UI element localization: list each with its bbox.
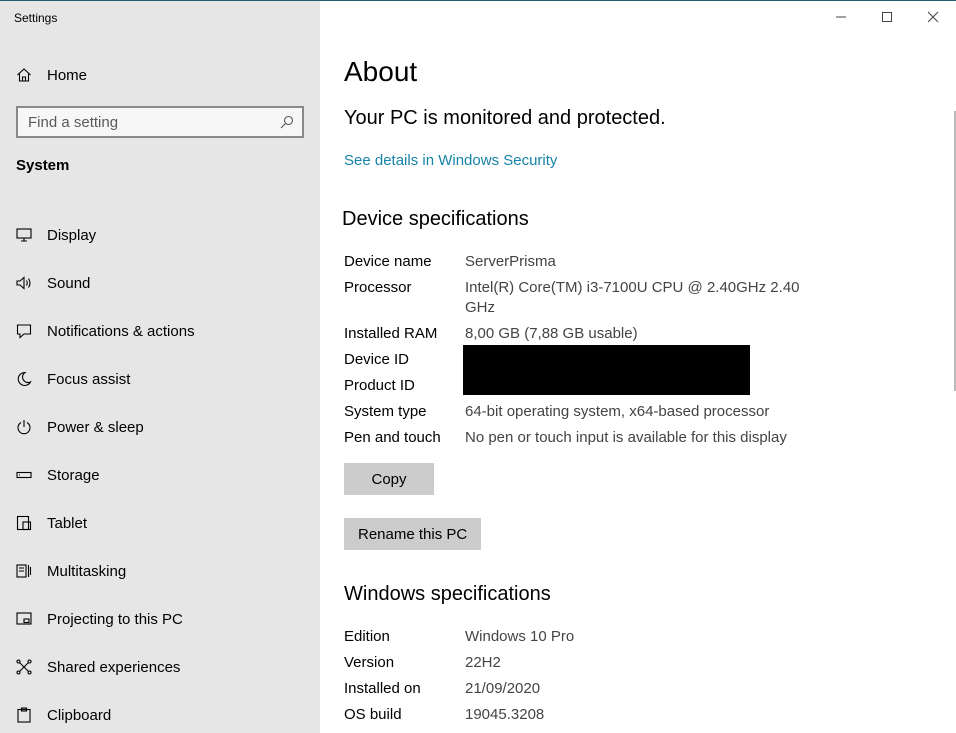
home-nav-item[interactable]: Home (0, 60, 320, 90)
sidebar-item-label: Power & sleep (47, 418, 144, 436)
sidebar-item-label: Notifications & actions (47, 322, 195, 340)
storage-icon (0, 467, 47, 483)
tablet-icon (0, 515, 47, 531)
close-icon (927, 11, 939, 23)
rename-pc-button[interactable]: Rename this PC (344, 518, 482, 550)
sidebar-item-power-sleep[interactable]: Power & sleep (0, 403, 320, 451)
moon-icon (0, 371, 47, 387)
spec-key: Processor (344, 279, 412, 296)
spec-row: Version 22H2 (344, 653, 814, 673)
spec-value: 19045.3208 (465, 706, 545, 723)
clipboard-icon (0, 707, 47, 723)
sidebar-item-tablet[interactable]: Tablet (0, 499, 320, 547)
section-title: System (16, 157, 70, 174)
spec-value: 21/09/2020 (465, 680, 541, 697)
sidebar-item-label: Storage (47, 466, 100, 484)
windows-specs-heading: Windows specifications (344, 583, 551, 605)
spec-row: Device name ServerPrisma (344, 252, 814, 272)
sidebar-item-display[interactable]: Display (0, 211, 320, 259)
projecting-icon (0, 611, 47, 627)
spec-key: Installed on (344, 680, 421, 697)
sidebar-item-label: Clipboard (47, 706, 112, 724)
sidebar-item-label: Tablet (47, 514, 88, 532)
sidebar-item-multitasking[interactable]: Multitasking (0, 547, 320, 595)
close-button[interactable] (910, 1, 956, 33)
sidebar-item-sound[interactable]: Sound (0, 259, 320, 307)
maximize-button[interactable] (864, 1, 910, 33)
spec-key: Device ID (344, 351, 410, 368)
sidebar-item-projecting[interactable]: Projecting to this PC (0, 595, 320, 643)
spec-key: Device name (344, 253, 432, 270)
search-icon[interactable] (280, 115, 294, 129)
search-box[interactable] (16, 106, 304, 138)
spec-row: Installed RAM 8,00 GB (7,88 GB usable) (344, 324, 814, 344)
home-label: Home (47, 66, 88, 84)
sidebar-item-clipboard[interactable]: Clipboard (0, 691, 320, 733)
notifications-icon (0, 323, 47, 339)
spec-row: Installed on 21/09/2020 (344, 679, 814, 699)
windows-security-link[interactable]: See details in Windows Security (344, 152, 557, 169)
copy-button[interactable]: Copy (344, 463, 434, 495)
sidebar-item-focus-assist[interactable]: Focus assist (0, 355, 320, 403)
maximize-icon (882, 12, 892, 22)
app-title: Settings (14, 11, 58, 25)
spec-row: Processor Intel(R) Core(TM) i3-7100U CPU… (344, 278, 814, 318)
sidebar-item-notifications[interactable]: Notifications & actions (0, 307, 320, 355)
spec-key: Version (344, 654, 395, 671)
sidebar-item-label: Shared experiences (47, 658, 181, 676)
spec-row: Edition Windows 10 Pro (344, 627, 814, 647)
minimize-icon (836, 16, 846, 18)
sidebar-item-label: Sound (47, 274, 91, 292)
minimize-button[interactable] (818, 1, 864, 33)
spec-value: Windows 10 Pro (465, 628, 575, 645)
sidebar-item-shared-experiences[interactable]: Shared experiences (0, 643, 320, 691)
home-icon (0, 67, 47, 83)
spec-value: 64-bit operating system, x64-based proce… (465, 403, 770, 420)
device-specs-heading: Device specifications (342, 208, 529, 230)
spec-key: System type (344, 403, 427, 420)
sidebar-item-label: Display (47, 226, 97, 244)
spec-key: OS build (344, 706, 402, 723)
display-icon (0, 227, 47, 243)
sidebar-item-label: Projecting to this PC (47, 610, 183, 628)
page-title: About (344, 56, 418, 87)
spec-key: Installed RAM (344, 325, 438, 342)
spec-row: System type 64-bit operating system, x64… (344, 402, 814, 422)
spec-key: Edition (344, 628, 390, 645)
spec-row: OS build 19045.3208 (344, 705, 814, 725)
system-nav-list: Display Sound Notifications & actions Fo… (0, 211, 320, 733)
spec-value: No pen or touch input is available for t… (465, 429, 787, 446)
spec-key: Pen and touch (344, 429, 441, 446)
sound-icon (0, 275, 47, 291)
multitasking-icon (0, 563, 47, 579)
protection-status: Your PC is monitored and protected. (344, 107, 666, 129)
search-input[interactable] (18, 113, 268, 131)
window-controls (818, 1, 956, 33)
sidebar-item-storage[interactable]: Storage (0, 451, 320, 499)
sidebar-item-label: Focus assist (47, 370, 131, 388)
power-icon (0, 419, 47, 435)
sidebar: Settings Home System Display Sound Notif… (0, 1, 320, 733)
main-content: About Your PC is monitored and protected… (320, 1, 956, 733)
redacted-ids-block (463, 345, 750, 395)
spec-value: ServerPrisma (465, 253, 556, 270)
shared-experiences-icon (0, 659, 47, 675)
spec-value: 22H2 (465, 654, 501, 671)
windows-specs-table: Edition Windows 10 Pro Version 22H2 Inst… (344, 627, 814, 725)
spec-key: Product ID (344, 377, 415, 394)
sidebar-item-label: Multitasking (47, 562, 127, 580)
spec-row: Pen and touch No pen or touch input is a… (344, 428, 814, 448)
spec-value: 8,00 GB (7,88 GB usable) (465, 325, 638, 342)
spec-value: Intel(R) Core(TM) i3-7100U CPU @ 2.40GHz… (465, 279, 800, 316)
